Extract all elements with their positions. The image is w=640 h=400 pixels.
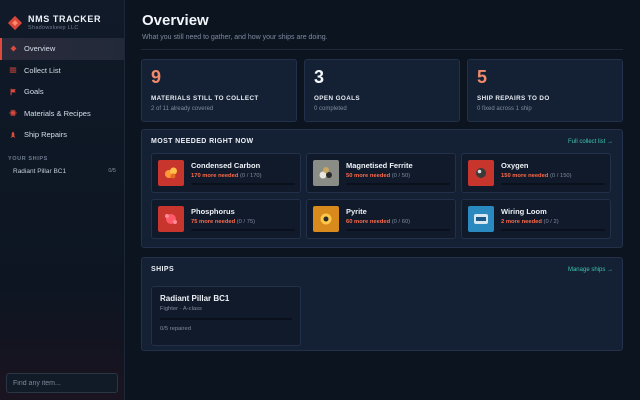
page-subtitle: What you still need to gather, and how y… <box>142 34 328 41</box>
sidebar-ship-item[interactable]: Radiant Pillar BC1 0/5 <box>0 162 124 175</box>
stat-card-materials: 9 MATERIALS STILL TO COLLECT 2 of 11 alr… <box>141 59 297 122</box>
page-title: Overview <box>142 12 209 29</box>
material-card-wiring-loom[interactable]: Wiring Loom 2 more needed (0 / 2) <box>461 199 611 239</box>
need-detail: (0 / 150) <box>548 173 572 179</box>
sidebar-item-overview[interactable]: Overview <box>0 38 124 60</box>
material-name: Oxygen <box>501 161 529 170</box>
carbon-icon <box>158 160 184 186</box>
ship-repaired: 0/5 repaired <box>160 326 191 332</box>
progress-bar <box>346 229 450 231</box>
sidebar-ship-name: Radiant Pillar BC1 <box>13 167 67 175</box>
progress-bar <box>346 183 450 185</box>
material-need: 150 more needed (0 / 150) <box>501 173 605 179</box>
sidebar-item-ship-repairs[interactable]: Ship Repairs <box>0 124 124 146</box>
ship-card[interactable]: Radiant Pillar BC1 Fighter · A-class 0/5… <box>151 286 301 346</box>
brand-logo-icon <box>7 15 23 31</box>
ship-class: Fighter · A-class <box>160 306 202 312</box>
stat-subtext: 0 completed <box>314 106 347 112</box>
most-needed-panel: MOST NEEDED RIGHT NOW Full collect list … <box>141 129 623 248</box>
material-card-condensed-carbon[interactable]: Condensed Carbon 170 more needed (0 / 17… <box>151 153 301 193</box>
most-needed-title: MOST NEEDED RIGHT NOW <box>151 138 254 145</box>
ships-panel: SHIPS Manage ships → Radiant Pillar BC1 … <box>141 257 623 351</box>
brand-title: NMS TRACKER <box>28 13 102 24</box>
need-detail: (0 / 50) <box>390 173 411 179</box>
stat-label: OPEN GOALS <box>314 95 360 102</box>
material-name: Pyrite <box>346 207 367 216</box>
phosphorus-icon <box>158 206 184 232</box>
sidebar-nav: Overview Collect List Goals Materials & … <box>0 38 124 146</box>
more-needed: 170 more needed <box>191 173 239 179</box>
more-needed: 60 more needed <box>346 219 391 225</box>
more-needed: 50 more needed <box>346 173 391 179</box>
progress-bar <box>501 229 605 231</box>
material-grid: Condensed Carbon 170 more needed (0 / 17… <box>151 153 613 239</box>
sidebar-item-goals[interactable]: Goals <box>0 81 124 103</box>
sidebar-item-materials-recipes[interactable]: Materials & Recipes <box>0 103 124 125</box>
brand-subtitle: Shadowskeep LLC <box>28 24 79 31</box>
ship-progress-bar <box>160 318 292 320</box>
material-name: Wiring Loom <box>501 207 547 216</box>
app-root: NMS TRACKER Shadowskeep LLC Overview Col… <box>0 0 640 400</box>
manage-ships-link[interactable]: Manage ships → <box>568 267 613 273</box>
progress-bar <box>191 229 295 231</box>
brand[interactable]: NMS TRACKER Shadowskeep LLC <box>0 0 124 36</box>
list-icon <box>9 66 17 74</box>
divider <box>141 49 623 50</box>
your-ships-label: YOUR SHIPS <box>8 155 48 162</box>
need-detail: (0 / 75) <box>235 219 256 225</box>
need-detail: (0 / 60) <box>390 219 411 225</box>
progress-bar <box>191 183 295 185</box>
material-name: Phosphorus <box>191 207 235 216</box>
sidebar-item-collect-list[interactable]: Collect List <box>0 60 124 82</box>
sidebar-item-label: Materials & Recipes <box>24 108 91 118</box>
ferrite-icon <box>313 160 339 186</box>
sidebar-ship-count: 0/5 <box>108 168 116 174</box>
wiring-loom-icon <box>468 206 494 232</box>
more-needed: 2 more needed <box>501 219 542 225</box>
stats-row: 9 MATERIALS STILL TO COLLECT 2 of 11 alr… <box>141 59 623 122</box>
material-card-oxygen[interactable]: Oxygen 150 more needed (0 / 150) <box>461 153 611 193</box>
progress-bar <box>501 183 605 185</box>
search-input[interactable] <box>6 373 118 393</box>
material-need: 75 more needed (0 / 75) <box>191 219 295 225</box>
pyrite-icon <box>313 206 339 232</box>
stat-value: 9 <box>151 67 162 87</box>
stat-subtext: 0 fixed across 1 ship <box>477 106 532 112</box>
need-detail: (0 / 170) <box>238 173 262 179</box>
more-needed: 75 more needed <box>191 219 236 225</box>
material-card-pyrite[interactable]: Pyrite 60 more needed (0 / 60) <box>306 199 456 239</box>
ship-name: Radiant Pillar BC1 <box>160 294 230 303</box>
material-need: 60 more needed (0 / 60) <box>346 219 450 225</box>
stat-subtext: 2 of 11 already covered <box>151 106 214 112</box>
material-name: Condensed Carbon <box>191 161 261 170</box>
need-detail: (0 / 2) <box>541 219 559 225</box>
material-need: 2 more needed (0 / 2) <box>501 219 605 225</box>
stat-card-repairs: 5 SHIP REPAIRS TO DO 0 fixed across 1 sh… <box>467 59 623 122</box>
sidebar-item-label: Collect List <box>24 65 61 75</box>
stat-card-goals: 3 OPEN GOALS 0 completed <box>304 59 460 122</box>
sidebar: NMS TRACKER Shadowskeep LLC Overview Col… <box>0 0 125 400</box>
rocket-icon <box>9 131 17 139</box>
ships-title: SHIPS <box>151 266 175 273</box>
oxygen-icon <box>468 160 494 186</box>
material-card-phosphorus[interactable]: Phosphorus 75 more needed (0 / 75) <box>151 199 301 239</box>
full-collect-list-link[interactable]: Full collect list → <box>568 139 613 145</box>
flag-icon <box>9 88 17 96</box>
diamond-icon <box>9 45 17 53</box>
stat-value: 5 <box>477 67 488 87</box>
sidebar-item-label: Overview <box>24 44 56 54</box>
more-needed: 150 more needed <box>501 173 549 179</box>
stat-value: 3 <box>314 67 325 87</box>
sidebar-item-label: Goals <box>24 87 44 97</box>
stat-label: MATERIALS STILL TO COLLECT <box>151 95 259 102</box>
material-need: 50 more needed (0 / 50) <box>346 173 450 179</box>
sidebar-item-label: Ship Repairs <box>24 130 67 140</box>
material-need: 170 more needed (0 / 170) <box>191 173 295 179</box>
material-card-magnetised-ferrite[interactable]: Magnetised Ferrite 50 more needed (0 / 5… <box>306 153 456 193</box>
main-content: Overview What you still need to gather, … <box>125 0 640 400</box>
atom-icon <box>9 109 17 117</box>
stat-label: SHIP REPAIRS TO DO <box>477 95 550 102</box>
material-name: Magnetised Ferrite <box>346 161 413 170</box>
